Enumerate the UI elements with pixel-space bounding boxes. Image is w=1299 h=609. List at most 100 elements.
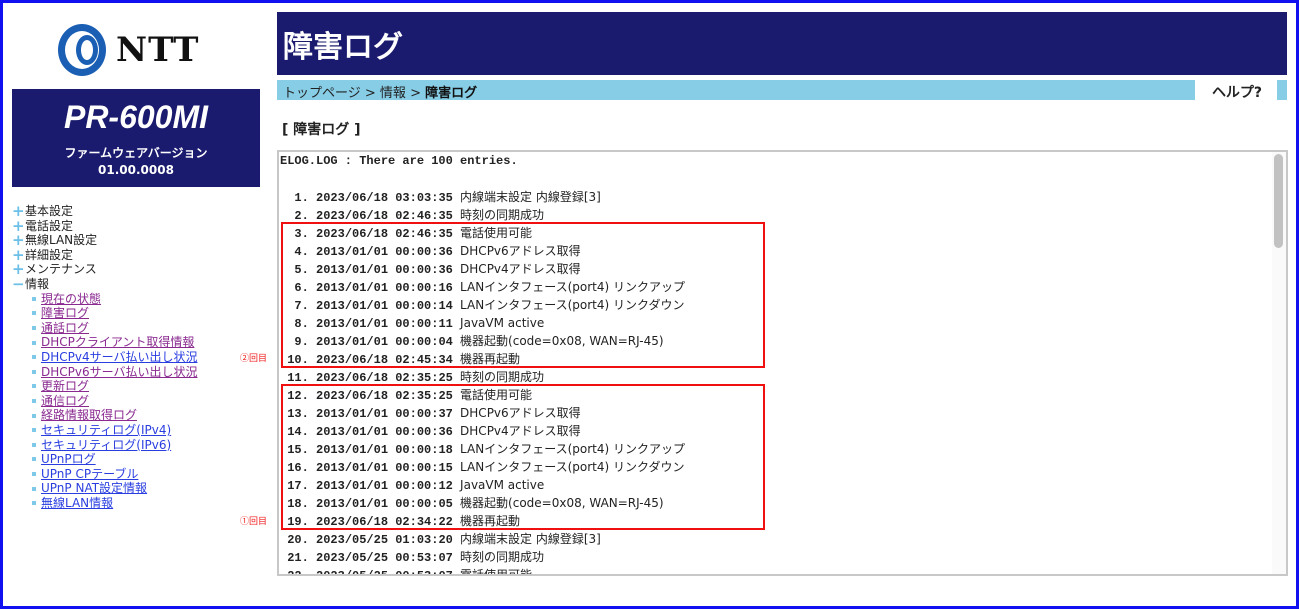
- logo-text: NTT: [116, 30, 200, 70]
- menu-group[interactable]: + メンテナンス: [12, 262, 198, 277]
- entry-time: 02:35:25: [395, 371, 453, 385]
- entry-message: 内線端末設定 内線登録[3]: [460, 190, 601, 204]
- page-title: 障害ログ: [277, 12, 1287, 75]
- menu-group-label: 基本設定: [25, 204, 74, 218]
- log-entry: 21. 2023/05/25 00:53:07 時刻の同期成功: [287, 550, 545, 565]
- menu-link-item: UPnPログ: [12, 452, 198, 467]
- menu-group[interactable]: + 無線LAN設定: [12, 233, 198, 248]
- entry-number: 20: [287, 533, 302, 547]
- menu-link-item: UPnP NAT設定情報: [12, 481, 198, 496]
- bullet-icon: [32, 384, 36, 389]
- bullet-icon: [32, 326, 36, 331]
- menu-link-item: 更新ログ: [12, 379, 198, 394]
- menu-link[interactable]: DHCPクライアント取得情報: [41, 335, 194, 350]
- ntt-logo-icon: [58, 24, 106, 76]
- annotation-first: ①回目: [240, 517, 268, 527]
- log-entry: 22. 2023/05/25 00:53:07 電話使用可能: [280, 566, 1286, 576]
- menu-link[interactable]: セキュリティログ(IPv4): [41, 423, 171, 438]
- menu-link[interactable]: 通信ログ: [41, 394, 89, 409]
- highlight-box-first: [281, 384, 765, 530]
- menu-group-open[interactable]: − 情報: [12, 277, 198, 292]
- scrollbar[interactable]: [1272, 152, 1286, 574]
- menu-link[interactable]: 障害ログ: [41, 306, 89, 321]
- entry-number: 2: [294, 209, 302, 223]
- menu-link[interactable]: セキュリティログ(IPv6): [41, 438, 171, 453]
- menu-group-label: 情報: [25, 276, 50, 291]
- entry-message: 電話使用可能: [460, 568, 533, 576]
- log-entry: 1. 2023/06/18 03:03:35 内線端末設定 内線登録[3]: [294, 190, 601, 205]
- entry-number: 22: [287, 569, 302, 576]
- help-link[interactable]: ヘルプ?: [1198, 80, 1276, 101]
- menu-group[interactable]: + 基本設定: [12, 204, 198, 219]
- bullet-icon: [32, 369, 36, 374]
- bullet-icon: [32, 471, 36, 476]
- menu-link-item: DHCPクライアント取得情報: [12, 335, 198, 350]
- breadcrumb-tail: [1277, 80, 1287, 100]
- bullet-icon: [32, 428, 36, 433]
- breadcrumb-sep: >: [405, 86, 426, 101]
- menu-link[interactable]: UPnPログ: [41, 452, 96, 467]
- menu-link-item: セキュリティログ(IPv4): [12, 423, 198, 438]
- ntt-logo: NTT: [58, 22, 199, 78]
- menu-link-item: 無線LAN情報: [12, 496, 198, 511]
- firmware-label: ファームウェアバージョン: [64, 146, 208, 160]
- breadcrumb-sep: >: [360, 86, 380, 101]
- breadcrumb-top[interactable]: トップページ: [283, 86, 361, 101]
- bullet-icon: [32, 413, 36, 418]
- menu-group[interactable]: + 詳細設定: [12, 247, 198, 263]
- entry-time: 02:46:35: [395, 209, 453, 223]
- bullet-icon: [32, 442, 36, 447]
- menu-link[interactable]: UPnP CPテーブル: [41, 467, 138, 482]
- menu-link[interactable]: DHCPv6サーバ払い出し状況: [41, 365, 198, 380]
- log-summary: ELOG.LOG : There are 100 entries.: [280, 154, 518, 168]
- entry-number: 1: [294, 191, 302, 205]
- firmware-version: 01.00.0008: [98, 163, 174, 177]
- menu-link-item: 通話ログ: [12, 321, 198, 336]
- breadcrumb-current: 障害ログ: [425, 86, 478, 101]
- menu-link-item: UPnP CPテーブル: [12, 467, 198, 482]
- menu-link-item: 経路情報取得ログ: [12, 408, 198, 423]
- menu-link-item: 現在の状態: [12, 292, 198, 307]
- menu-link-item: 通信ログ: [12, 394, 198, 409]
- menu-link[interactable]: 現在の状態: [41, 292, 101, 307]
- section-title: [ 障害ログ ]: [282, 122, 361, 138]
- highlight-box-second: [281, 222, 765, 368]
- entry-message: 時刻の同期成功: [460, 370, 545, 384]
- sidebar-menu: + 基本設定 + 電話設定 + 無線LAN設定 + 詳細設定 + メンテナンス − 情報 現在の状態 障害…: [12, 204, 198, 510]
- menu-link[interactable]: 経路情報取得ログ: [41, 408, 137, 423]
- minus-icon: −: [12, 274, 25, 293]
- entry-date: 2023/05/25: [316, 551, 389, 565]
- entry-time: 00:53:07: [395, 569, 453, 576]
- entry-date: 2023/05/25: [316, 569, 389, 576]
- entry-message: 時刻の同期成功: [460, 550, 545, 564]
- menu-link[interactable]: 更新ログ: [41, 379, 89, 394]
- menu-link[interactable]: 通話ログ: [41, 321, 89, 336]
- breadcrumb-info[interactable]: 情報: [380, 86, 406, 101]
- bullet-icon: [32, 486, 36, 491]
- menu-link[interactable]: 無線LAN情報: [41, 496, 113, 511]
- entry-time: 03:03:35: [395, 191, 453, 205]
- menu-group-label: メンテナンス: [25, 262, 97, 277]
- log-textarea[interactable]: ELOG.LOG : There are 100 entries. 1. 202…: [277, 150, 1288, 576]
- entry-number: 11: [287, 371, 302, 385]
- entry-number: 21: [287, 551, 302, 565]
- bullet-icon: [32, 399, 36, 404]
- menu-link-item: DHCPv6サーバ払い出し状況: [12, 365, 198, 380]
- menu-link-item: 障害ログ: [12, 306, 198, 321]
- menu-link-item: セキュリティログ(IPv6): [12, 438, 198, 453]
- log-entry: 20. 2023/05/25 01:03:20 内線端末設定 内線登録[3]: [287, 532, 601, 547]
- annotation-second: ②回目: [240, 354, 268, 364]
- bullet-icon: [32, 340, 36, 345]
- scrollbar-thumb[interactable]: [1274, 154, 1283, 248]
- menu-group-label: 詳細設定: [25, 247, 74, 262]
- bullet-icon: [32, 501, 36, 506]
- model-name: PR-600MI: [63, 99, 209, 135]
- menu-group-label: 電話設定: [25, 218, 74, 233]
- menu-link-item: DHCPv4サーバ払い出し状況: [12, 350, 198, 365]
- menu-link[interactable]: DHCPv4サーバ払い出し状況: [41, 350, 198, 365]
- menu-link[interactable]: UPnP NAT設定情報: [41, 481, 147, 496]
- entry-date: 2023/06/18: [316, 209, 389, 223]
- bullet-icon: [32, 457, 36, 462]
- menu-group[interactable]: + 電話設定: [12, 218, 198, 234]
